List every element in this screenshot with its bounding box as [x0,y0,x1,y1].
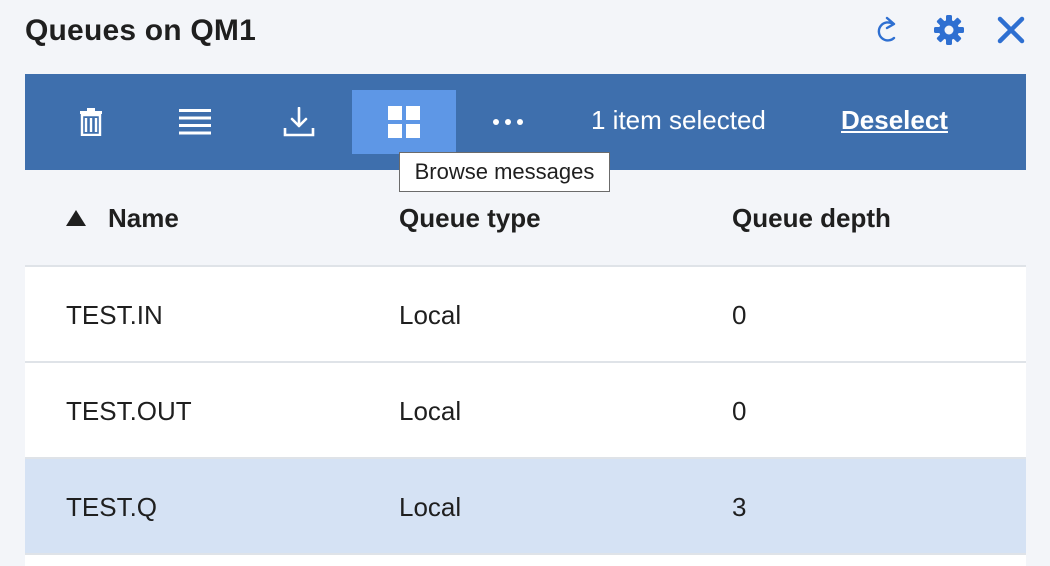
gear-icon [932,13,966,47]
overflow-icon [492,118,524,126]
column-header-queue-type[interactable]: Queue type [399,203,541,234]
cell-name: TEST.OUT [66,396,192,426]
table-row[interactable]: TEST.OUT Local 0 [25,363,1026,459]
queues-table: Name Queue type Queue depth TEST.IN Loca… [25,170,1026,566]
header-actions [870,10,1028,50]
cell-queue-depth: 0 [732,396,747,426]
close-icon [995,14,1027,46]
sort-ascending-icon [66,210,86,231]
trash-icon [80,108,102,136]
cell-queue-type: Local [399,396,462,426]
download-icon [283,107,315,137]
close-button[interactable] [994,13,1028,47]
column-header-queue-depth[interactable]: Queue depth [732,203,891,234]
queues-widget: Queues on QM1 1 item selected Deselect B… [0,0,1050,566]
download-button[interactable] [247,90,351,154]
grid-icon [388,106,420,138]
widget-title: Queues on QM1 [25,14,256,47]
cell-queue-depth: 0 [732,300,747,330]
refresh-button[interactable] [870,13,904,47]
table-row-partial [25,555,1026,566]
refresh-icon [872,14,902,46]
browse-messages-button[interactable] [352,90,456,154]
table-row[interactable]: TEST.IN Local 0 [25,267,1026,363]
cell-name: TEST.IN [66,300,163,330]
delete-button[interactable] [39,90,143,154]
cell-queue-type: Local [399,492,462,522]
list-icon [179,109,211,135]
cell-queue-depth: 3 [732,492,747,522]
selected-count: 1 item selected [591,105,766,135]
more-actions-button[interactable] [456,90,560,154]
column-header-name[interactable]: Name [108,203,179,234]
properties-button[interactable] [143,90,247,154]
cell-name: TEST.Q [66,492,158,522]
deselect-link[interactable]: Deselect [841,105,948,136]
cell-queue-type: Local [399,300,462,330]
settings-button[interactable] [932,13,966,47]
tooltip: Browse messages [399,152,610,192]
table-row-selected[interactable]: TEST.Q Local 3 [25,459,1026,555]
